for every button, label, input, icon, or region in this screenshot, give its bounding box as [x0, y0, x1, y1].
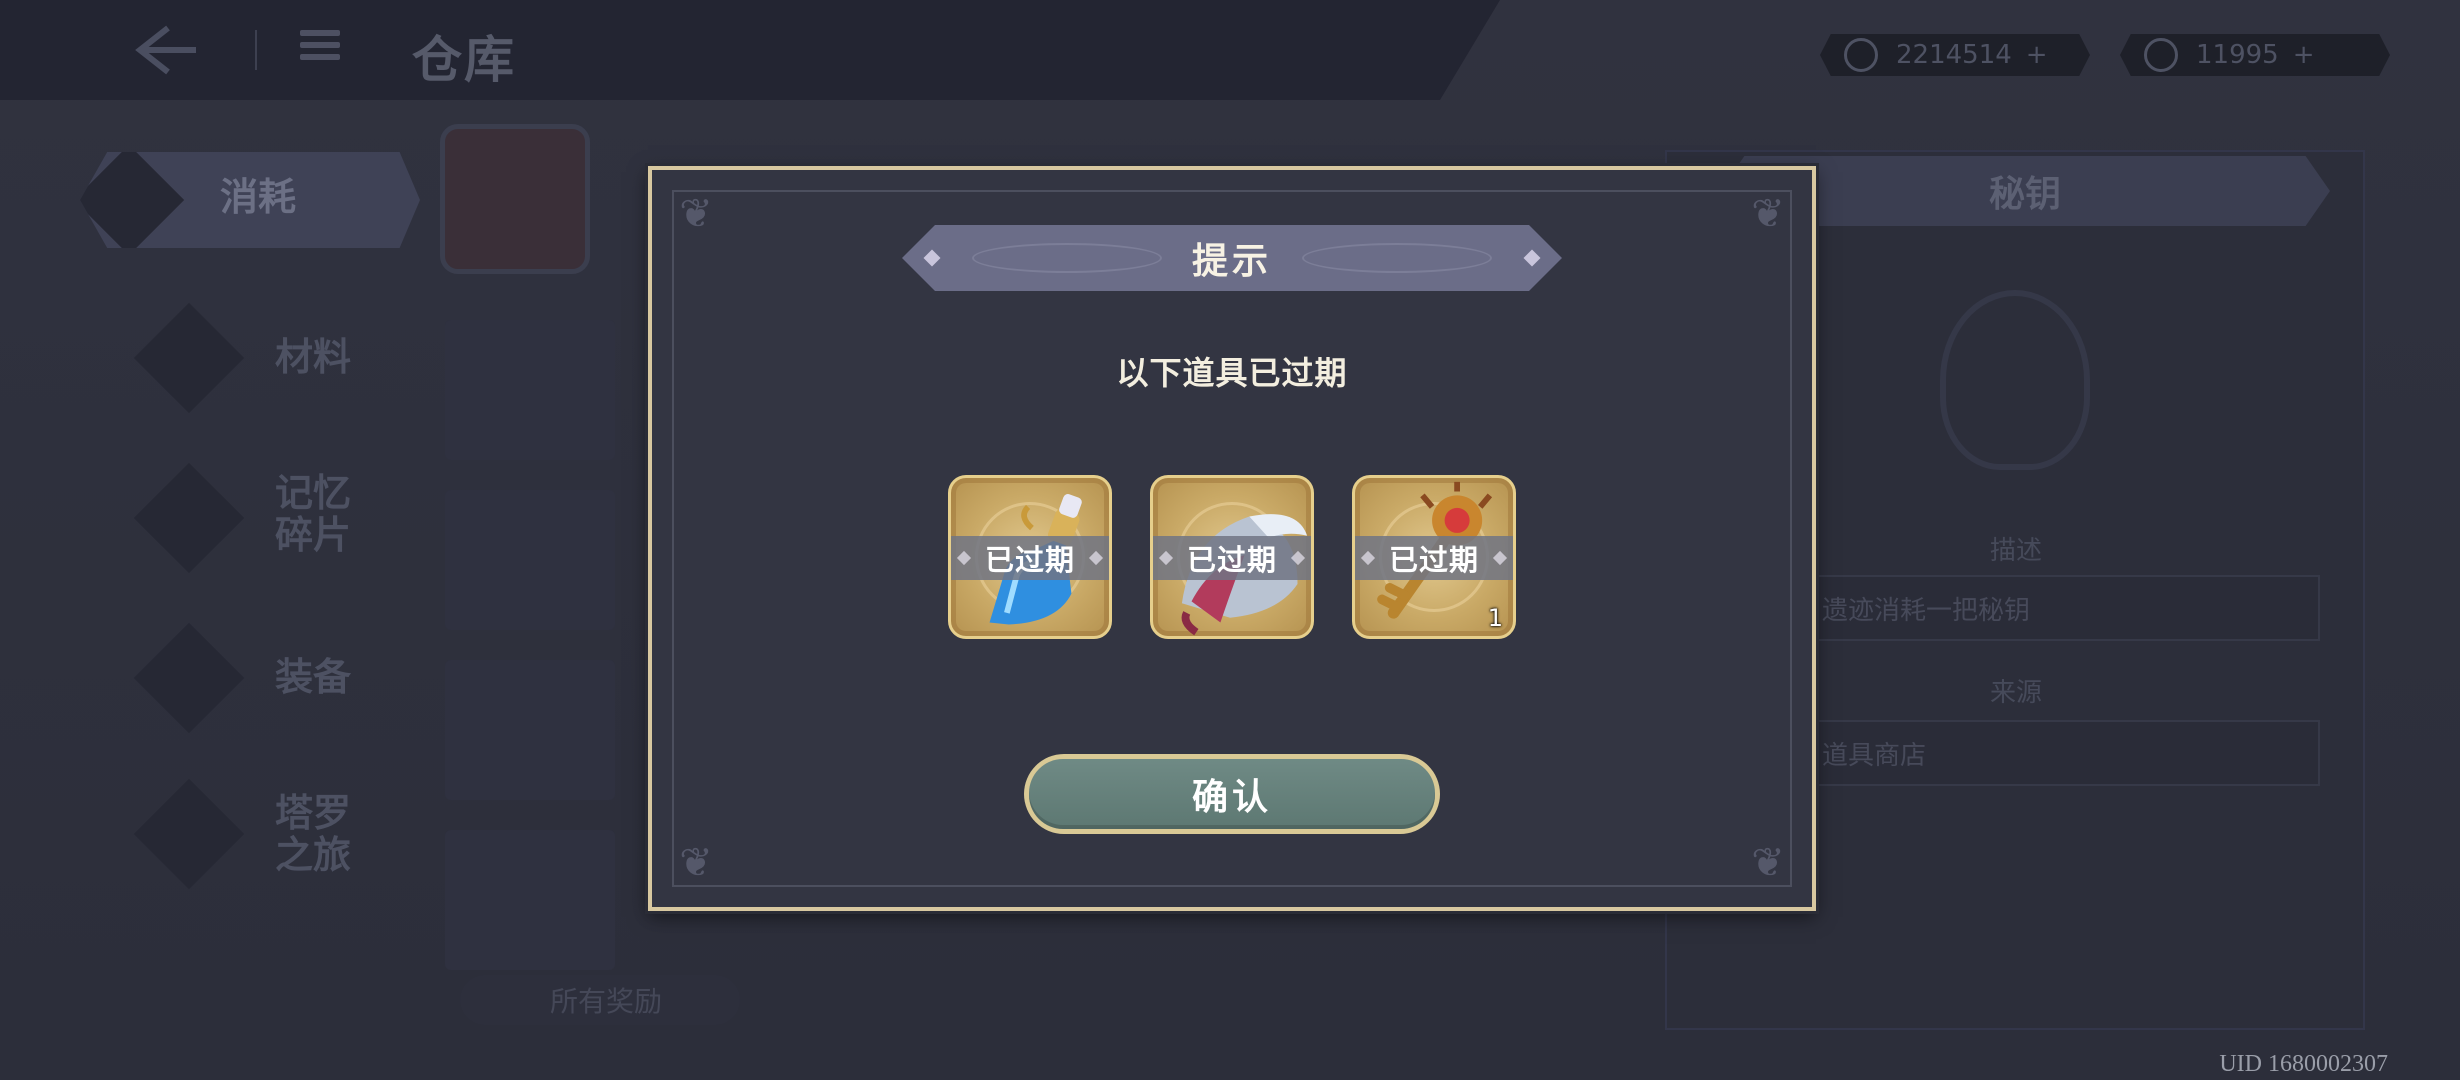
sidebar-label: 记忆 碎片 — [275, 470, 352, 557]
currency-gold[interactable]: 2214514 + — [1820, 34, 2090, 76]
source-label: 来源 — [1990, 678, 2043, 708]
add-gem-button[interactable]: + — [2293, 40, 2315, 70]
add-gold-button[interactable]: + — [2026, 40, 2048, 70]
expired-label: 已过期 — [1355, 536, 1513, 580]
swirl-ornament — [1302, 243, 1492, 273]
diamond-icon — [923, 249, 941, 267]
top-bar — [0, 0, 1500, 100]
corner-ornament-icon: ❦ — [1751, 191, 1785, 237]
confirm-button[interactable]: 确认 — [1024, 754, 1440, 834]
key-emblem-icon — [1940, 290, 2090, 470]
list-item[interactable] — [445, 830, 615, 970]
coin-icon — [1844, 38, 1878, 72]
description-text: 遗迹消耗一把秘钥 — [1822, 595, 2031, 626]
helmet-icon — [133, 622, 245, 734]
sidebar-item-materials[interactable]: 材料 — [80, 302, 420, 414]
description-label: 描述 — [1990, 536, 2043, 566]
expired-items-dialog: ❦ ❦ ❦ ❦ 提示 以下道具已过期 已过期 已过期 已过期 1 确认 — [648, 166, 1816, 911]
corner-ornament-icon: ❦ — [679, 840, 713, 886]
expired-item-card[interactable]: 已过期 1 — [1352, 475, 1516, 639]
back-arrow-icon[interactable] — [130, 22, 200, 78]
puzzle-icon — [133, 462, 245, 574]
expired-label: 已过期 — [1153, 536, 1311, 580]
list-item[interactable] — [445, 490, 615, 630]
list-item[interactable] — [445, 660, 615, 800]
expired-item-card[interactable]: 已过期 — [1150, 475, 1314, 639]
sidebar-label: 装备 — [275, 654, 352, 699]
sidebar-label: 材料 — [275, 334, 352, 379]
filter-dropdown[interactable]: 所有奖励 — [460, 975, 740, 1025]
sidebar-label: 塔罗 之旅 — [275, 790, 352, 877]
user-id: UID 1680002307 — [2219, 1051, 2388, 1077]
sidebar-item-equipment[interactable]: 装备 — [80, 622, 420, 734]
sidebar-item-memory-fragments[interactable]: 记忆 碎片 — [80, 462, 420, 574]
dialog-title-banner: 提示 — [902, 225, 1562, 291]
compass-icon — [133, 778, 245, 890]
expired-label: 已过期 — [951, 536, 1109, 580]
currency-gem[interactable]: 11995 + — [2120, 34, 2390, 76]
expired-item-card[interactable]: 已过期 — [948, 475, 1112, 639]
dialog-title: 提示 — [1191, 240, 1272, 282]
page-title: 仓库 — [412, 30, 516, 89]
diamond-icon — [1523, 249, 1541, 267]
source-box[interactable]: 道具商店 — [1760, 720, 2320, 786]
corner-ornament-icon: ❦ — [1751, 840, 1785, 886]
description-box: 遗迹消耗一把秘钥 — [1760, 575, 2320, 641]
expired-items-list: 已过期 已过期 已过期 1 — [652, 475, 1812, 639]
sidebar-item-tarot-journey[interactable]: 塔罗 之旅 — [80, 778, 420, 890]
sidebar-label: 消耗 — [220, 174, 297, 219]
list-item[interactable] — [445, 320, 615, 460]
swirl-ornament — [972, 243, 1162, 273]
source-text: 道具商店 — [1822, 740, 1927, 771]
item-count: 1 — [1487, 604, 1503, 632]
selected-item-slot[interactable] — [440, 124, 590, 274]
confirm-button-label: 确认 — [1191, 776, 1272, 818]
filter-label: 所有奖励 — [550, 985, 663, 1018]
star-icon — [2144, 38, 2178, 72]
dialog-message: 以下道具已过期 — [1116, 354, 1348, 392]
currency-gold-value: 2214514 — [1896, 40, 2012, 70]
menu-icon[interactable] — [300, 30, 340, 70]
currency-gem-value: 11995 — [2196, 40, 2279, 70]
sidebar-item-consumables[interactable]: 消耗 — [80, 152, 420, 248]
material-icon — [133, 302, 245, 414]
header-divider — [255, 30, 257, 70]
corner-ornament-icon: ❦ — [679, 191, 713, 237]
